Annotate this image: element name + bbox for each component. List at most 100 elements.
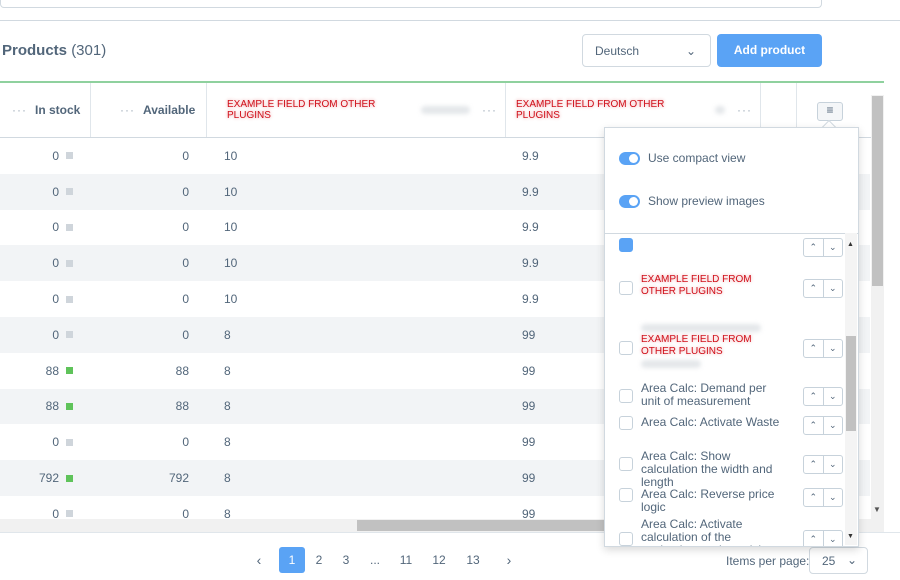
- column-option[interactable]: Area Calc: Demand per unit of measuremen…: [619, 382, 843, 410]
- page-title-text: Products: [2, 42, 68, 59]
- column-order-stepper[interactable]: ⌃ ⌄: [803, 338, 843, 358]
- page-button[interactable]: 13: [460, 547, 486, 573]
- items-per-page-value: 25: [822, 554, 836, 568]
- column-header-in-stock[interactable]: ··· In stock: [0, 83, 91, 137]
- chevron-down-icon: ⌄: [846, 553, 857, 567]
- chevron-up-icon[interactable]: ⌃: [804, 340, 823, 357]
- column-header-plugin-field-1[interactable]: EXAMPLE FIELD FROM OTHER PLUGINS ···: [207, 83, 506, 137]
- column-order-stepper[interactable]: ⌃ ⌄: [803, 529, 843, 547]
- plugin-field-1-value: 10: [224, 148, 238, 163]
- column-label: EXAMPLE FIELD FROM OTHER PLUGINS: [516, 99, 665, 121]
- cell-plugin-field-2: 9.9: [522, 281, 539, 317]
- column-menu-icon[interactable]: ···: [12, 103, 27, 117]
- compact-view-toggle-row[interactable]: Use compact view: [619, 151, 745, 165]
- cell-plugin-field-1: 8: [224, 317, 231, 353]
- cell-in-stock: 0: [0, 174, 73, 210]
- column-option[interactable]: EXAMPLE FIELD FROM OTHER PLUGINS ⌃ ⌄: [619, 322, 843, 374]
- chevron-down-icon[interactable]: ⌄: [822, 239, 843, 256]
- column-menu-icon[interactable]: ···: [482, 103, 497, 117]
- chevron-down-icon[interactable]: ⌄: [822, 279, 843, 297]
- cell-in-stock: 0: [0, 138, 73, 174]
- column-visibility-checkbox[interactable]: [619, 281, 633, 295]
- chevron-up-icon[interactable]: ⌃: [804, 531, 823, 547]
- chevron-up-icon[interactable]: ⌃: [804, 239, 823, 256]
- chevron-up-icon[interactable]: ⌃: [804, 489, 823, 506]
- chevron-down-icon[interactable]: ⌄: [822, 339, 843, 357]
- items-per-page-label: Items per page:: [726, 554, 810, 568]
- column-option-label: Area Calc: Show calculation the width an…: [641, 449, 773, 489]
- language-select[interactable]: Deutsch ⌄: [582, 34, 711, 67]
- column-order-stepper[interactable]: ⌃ ⌄: [803, 278, 843, 298]
- page-button[interactable]: 1: [279, 547, 305, 573]
- chevron-down-icon[interactable]: ⌄: [822, 530, 843, 546]
- column-visibility-checkbox[interactable]: [619, 389, 633, 403]
- available-value: 88: [175, 363, 189, 378]
- column-header-available[interactable]: ··· Available: [91, 83, 207, 137]
- column-order-stepper[interactable]: ⌃ ⌄: [803, 416, 843, 435]
- column-visibility-checkbox[interactable]: [619, 238, 633, 252]
- column-visibility-checkbox[interactable]: [619, 341, 633, 355]
- column-order-stepper[interactable]: ⌃ ⌄: [803, 386, 843, 406]
- blurred-text: [421, 106, 470, 114]
- column-visibility-list: ⌃ ⌄ EXAMPLE FIELD FROM OTHER PLUGINS ⌃ ⌄ EXAM…: [605, 234, 845, 546]
- plugin-field-2-value: 9.9: [522, 256, 539, 271]
- column-menu-icon[interactable]: ···: [120, 103, 135, 117]
- vertical-scrollbar-thumb[interactable]: [872, 96, 883, 286]
- items-per-page-select[interactable]: 25 ⌄: [809, 547, 868, 574]
- column-order-stepper[interactable]: ⌃ ⌄: [803, 488, 843, 507]
- plugin-field-1-value: 8: [224, 471, 231, 486]
- preview-images-toggle[interactable]: [619, 194, 640, 208]
- scroll-down-arrow-icon[interactable]: ▼: [847, 533, 854, 540]
- chevron-up-icon[interactable]: ⌃: [804, 456, 823, 473]
- column-option[interactable]: Area Calc: Activate calculation of the p…: [619, 518, 843, 546]
- column-option[interactable]: Area Calc: Reverse price logic ⌃ ⌄: [619, 488, 843, 514]
- column-order-stepper[interactable]: ⌃ ⌄: [803, 238, 843, 257]
- hamburger-icon[interactable]: ≡: [817, 102, 843, 121]
- chevron-up-icon[interactable]: ⌃: [804, 388, 823, 405]
- horizontal-scrollbar-thumb[interactable]: [357, 520, 607, 531]
- column-menu-icon[interactable]: ···: [737, 103, 752, 117]
- page-button[interactable]: 11: [393, 547, 419, 573]
- cell-available: 0: [91, 317, 189, 353]
- chevron-right-icon[interactable]: ›: [496, 547, 522, 573]
- page-button[interactable]: 12: [426, 547, 452, 573]
- chevron-down-icon[interactable]: ⌄: [822, 417, 843, 434]
- in-stock-value: 88: [45, 399, 59, 414]
- column-visibility-checkbox[interactable]: [619, 488, 633, 502]
- cell-plugin-field-2: 99: [522, 317, 535, 353]
- column-visibility-checkbox[interactable]: [619, 532, 633, 546]
- preview-images-toggle-row[interactable]: Show preview images: [619, 194, 765, 208]
- column-option[interactable]: Area Calc: Activate Waste ⌃ ⌄: [619, 416, 843, 435]
- cell-in-stock: 88: [0, 389, 73, 425]
- column-visibility-checkbox[interactable]: [619, 416, 633, 430]
- chevron-down-icon[interactable]: ⌄: [822, 387, 843, 405]
- cell-plugin-field-1: 8: [224, 389, 231, 425]
- popover-scrollbar-thumb[interactable]: [846, 336, 856, 431]
- cell-in-stock: 792: [0, 460, 73, 496]
- stock-status-indicator: [66, 188, 73, 196]
- column-option[interactable]: EXAMPLE FIELD FROM OTHER PLUGINS ⌃ ⌄: [619, 274, 843, 302]
- search-bar[interactable]: [0, 0, 822, 8]
- column-visibility-checkbox[interactable]: [619, 457, 633, 471]
- chevron-up-icon[interactable]: ⌃: [804, 280, 823, 297]
- column-option[interactable]: ⌃ ⌄: [619, 238, 843, 257]
- chevron-down-icon[interactable]: ⌄: [822, 489, 843, 506]
- stock-status-indicator: [66, 474, 73, 482]
- chevron-left-icon[interactable]: ‹: [246, 547, 272, 573]
- chevron-down-icon[interactable]: ⌄: [822, 455, 843, 473]
- cell-plugin-field-1: 8: [224, 353, 231, 389]
- column-option[interactable]: Area Calc: Show calculation the width an…: [619, 450, 843, 489]
- plugin-field-1-value: 10: [224, 220, 238, 235]
- chevron-up-icon[interactable]: ⌃: [804, 417, 823, 434]
- scroll-down-arrow-icon[interactable]: ▼: [873, 505, 881, 514]
- page-button[interactable]: 3: [333, 547, 359, 573]
- page-button[interactable]: 2: [306, 547, 332, 573]
- cell-plugin-field-1: 10: [224, 210, 237, 246]
- cell-plugin-field-2: 9.9: [522, 210, 539, 246]
- cell-plugin-field-1: 10: [224, 138, 237, 174]
- stock-status-indicator: [66, 402, 73, 410]
- column-order-stepper[interactable]: ⌃ ⌄: [803, 454, 843, 474]
- add-product-button[interactable]: Add product: [717, 34, 822, 67]
- compact-view-toggle[interactable]: [619, 151, 640, 165]
- scroll-up-arrow-icon[interactable]: ▲: [847, 241, 854, 248]
